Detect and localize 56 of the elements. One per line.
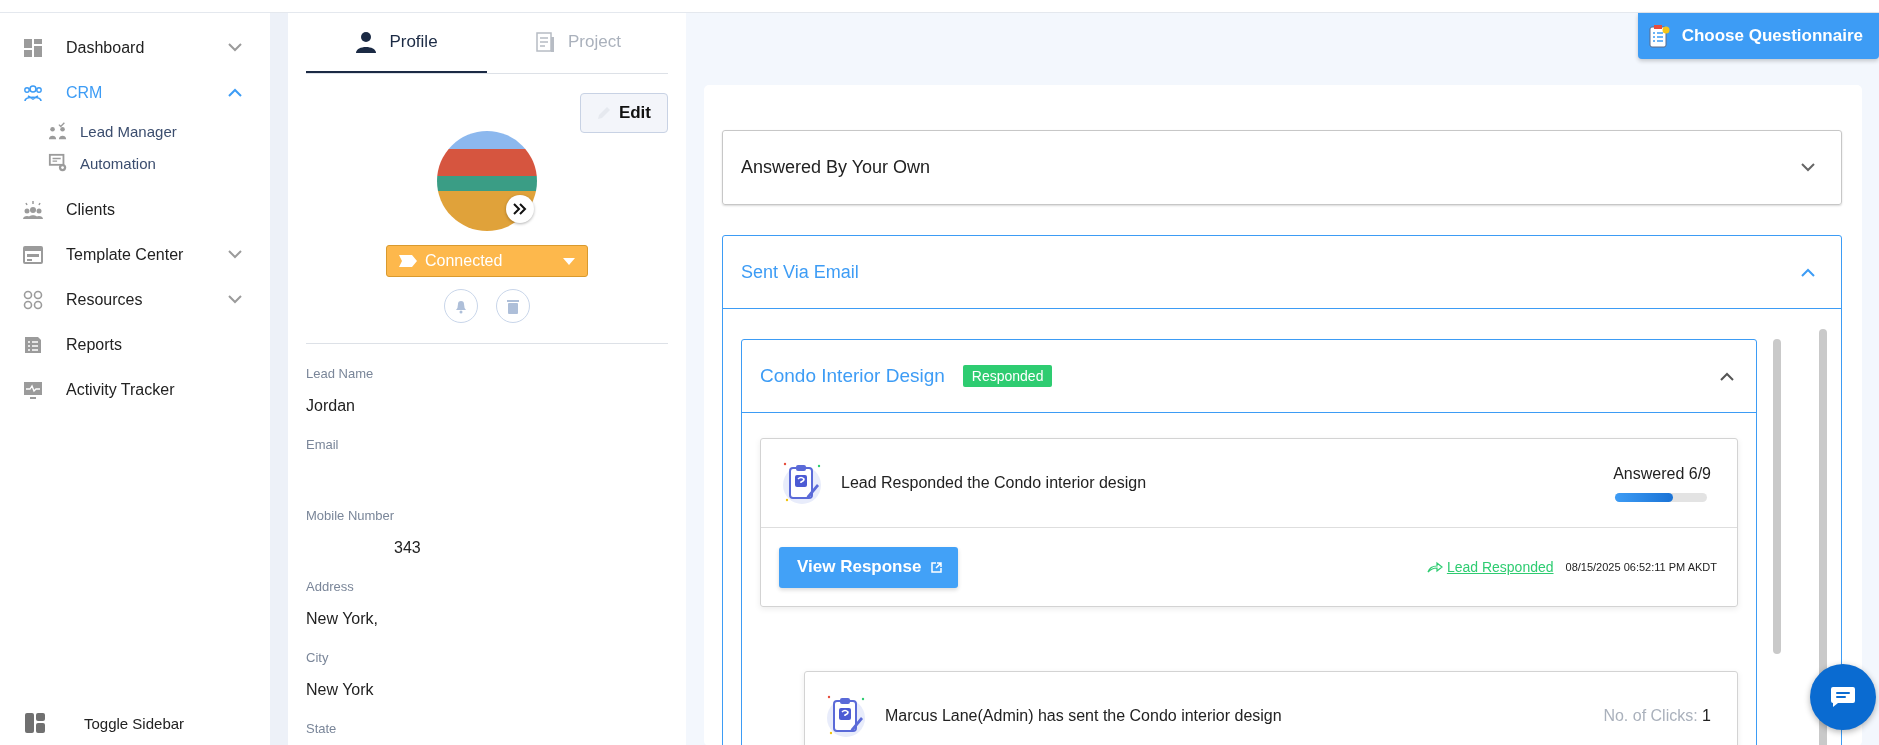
accordion-title[interactable]: Answered By Your Own xyxy=(741,156,1801,178)
external-link-icon xyxy=(931,561,943,573)
snooze-button[interactable] xyxy=(444,289,478,323)
field-label: City xyxy=(306,650,330,665)
clicks-count: No. of Clicks: 1 xyxy=(1603,707,1711,725)
clipboard-question-icon xyxy=(825,693,867,739)
bell-icon xyxy=(453,298,469,314)
tab[interactable]: Profile xyxy=(306,13,487,73)
chevron-down-icon[interactable] xyxy=(228,250,242,259)
clipboard-question-icon xyxy=(781,460,823,506)
share-arrow-icon xyxy=(1426,561,1443,573)
delete-button[interactable] xyxy=(496,289,530,323)
timestamp: 08/15/2025 06:52:11 PM AKDT xyxy=(1565,561,1717,573)
sidebar-item-icon xyxy=(22,243,44,266)
progress-label: Answered 6/9 xyxy=(1613,464,1711,483)
toggle-sidebar-button[interactable]: Toggle Sidebar xyxy=(0,712,270,745)
document-icon xyxy=(534,31,557,53)
sidebar-item[interactable]: Resources xyxy=(0,277,270,322)
checklist-icon xyxy=(1647,24,1670,48)
sidebar-subitem[interactable]: Automation xyxy=(48,153,270,173)
person-icon xyxy=(355,31,378,53)
sidebar-layout-icon xyxy=(24,712,46,734)
status-badge: Responded xyxy=(962,365,1053,387)
activity-text: Lead Responded the Condo interior design xyxy=(841,474,1148,492)
field-value: 343 xyxy=(393,539,422,557)
sidebar-item[interactable]: Reports xyxy=(0,322,270,367)
sidebar-item[interactable]: Activity Tracker xyxy=(0,367,270,412)
sidebar-subitem-icon xyxy=(48,153,68,173)
field-value: New York, xyxy=(306,610,380,628)
tag-icon xyxy=(399,255,417,267)
sidebar-item-icon xyxy=(22,198,44,221)
chevron-down-icon[interactable] xyxy=(228,43,242,52)
sidebar-item-icon xyxy=(22,36,44,59)
sidebar-item-icon xyxy=(22,288,44,311)
sidebar-item[interactable]: Dashboard xyxy=(0,25,270,70)
chevron-up-icon[interactable] xyxy=(1720,371,1734,381)
chevron-down-icon[interactable] xyxy=(1801,162,1815,172)
field-label: Mobile Number xyxy=(306,508,396,523)
field-label: Address xyxy=(306,579,355,594)
activity-text: Marcus Lane(Admin) has sent the Condo interior design xyxy=(885,707,1283,725)
edit-button[interactable]: Edit xyxy=(579,93,668,133)
field-label: Email xyxy=(306,437,340,452)
caret-icon xyxy=(563,257,575,265)
field-label: State xyxy=(306,721,338,736)
field-label: Lead Name xyxy=(306,366,375,381)
sidebar-item[interactable]: Clients xyxy=(0,187,270,232)
sidebar-subitem-icon xyxy=(48,121,68,141)
chat-bubble-icon xyxy=(1830,686,1856,708)
sidebar-subitem[interactable]: Lead Manager xyxy=(48,121,270,141)
trash-icon xyxy=(506,298,520,314)
sidebar-item[interactable]: Template Center xyxy=(0,232,270,277)
scrollbar[interactable] xyxy=(1773,339,1781,654)
field-value: Jordan xyxy=(306,397,356,415)
field-value: New York xyxy=(306,681,375,699)
double-chevron-icon xyxy=(513,203,527,215)
chevron-down-icon[interactable] xyxy=(228,295,242,304)
